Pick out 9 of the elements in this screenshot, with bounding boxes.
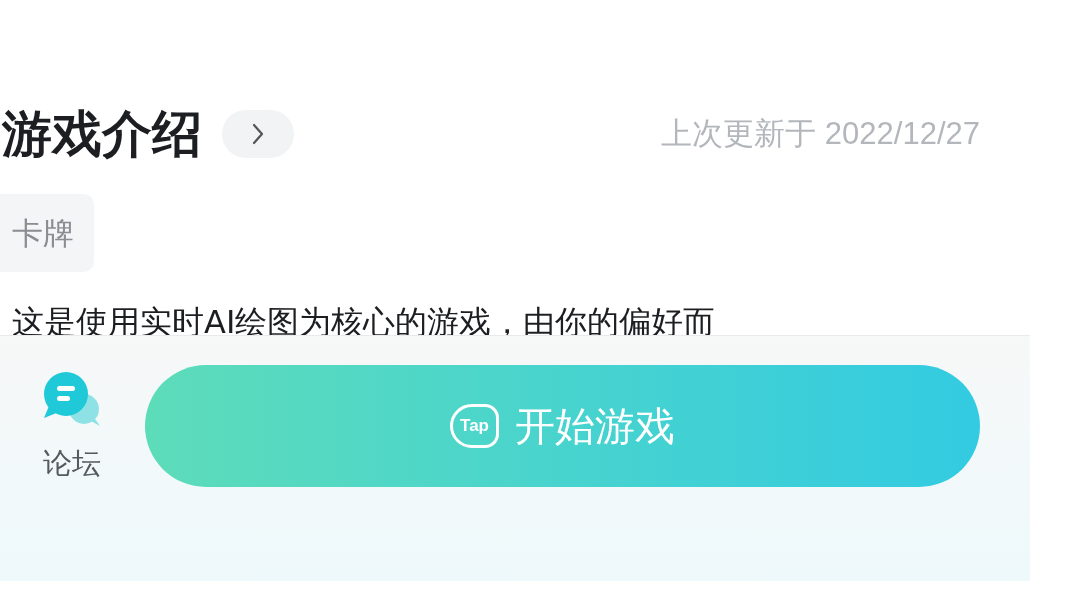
chevron-right-icon xyxy=(251,122,265,146)
chat-bubbles-icon[interactable] xyxy=(43,372,101,428)
forum-label[interactable]: 论坛 xyxy=(43,444,101,484)
more-button[interactable] xyxy=(222,110,294,158)
update-date: 上次更新于 2022/12/27 xyxy=(661,115,980,153)
start-game-button[interactable]: Tap 开始游戏 xyxy=(145,365,980,487)
section-title: 游戏介绍 xyxy=(2,103,202,165)
tag[interactable]: 卡牌 xyxy=(0,194,94,272)
tap-logo: Tap xyxy=(450,404,499,448)
